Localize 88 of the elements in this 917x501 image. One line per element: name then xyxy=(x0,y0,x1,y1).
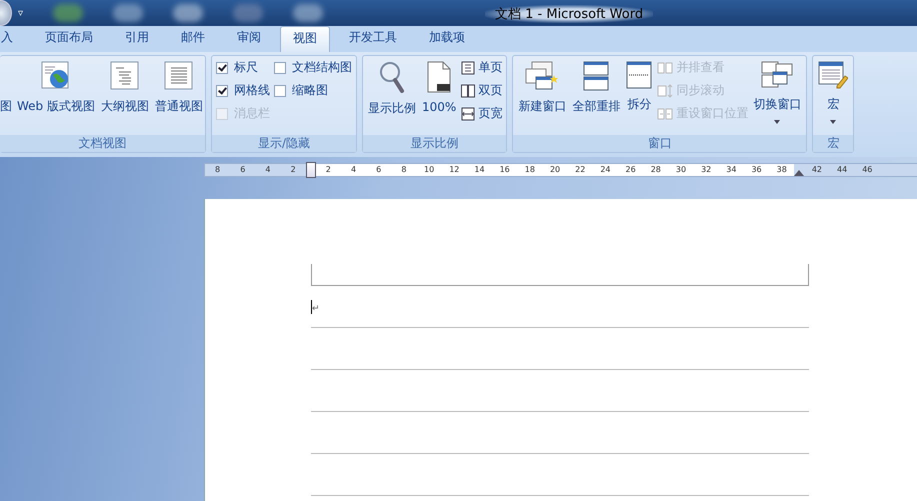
ribbon-button[interactable]: 全部重排 xyxy=(571,58,622,118)
ribbon-tab[interactable]: 邮件 xyxy=(168,25,218,52)
checkbox-label: 文档结构图 xyxy=(292,59,352,76)
ribbon-button[interactable]: 双页 xyxy=(461,81,502,100)
ribbon-button[interactable]: 显示比例 xyxy=(367,58,417,120)
two-pages-icon xyxy=(461,84,476,98)
checkbox-option[interactable]: 标尺 xyxy=(216,58,270,77)
ruler-number: 24 xyxy=(592,164,618,176)
horizontal-ruler[interactable]: 8 6 4 2 2 4 6 8 10 12 14 16 18 20 22 24 26 28 30 32 34 36 38 42 44 46 xyxy=(204,163,917,177)
ribbon-group-label: 显示/隐藏 xyxy=(212,135,356,152)
ruler-number: 12 xyxy=(442,164,467,176)
ribbon-button[interactable]: 单页 xyxy=(461,58,502,77)
ruler-number: 46 xyxy=(861,164,874,176)
ribbon-tab[interactable]: 开发工具 xyxy=(336,25,410,52)
checkbox[interactable] xyxy=(274,62,286,74)
ribbon-group-label: 文档视图 xyxy=(0,135,205,152)
ruler-number: 36 xyxy=(744,164,770,176)
ruler-number: 42 xyxy=(810,164,823,176)
new-window-icon xyxy=(525,61,560,91)
page-icon xyxy=(426,61,452,93)
ribbon-button[interactable]: 新建窗口 xyxy=(517,58,568,118)
page-lines-icon xyxy=(164,61,194,91)
side-by-side-icon xyxy=(657,60,674,74)
ribbon-button[interactable]: 普通视图 xyxy=(154,58,204,118)
checkbox[interactable] xyxy=(274,84,286,96)
checkbox-label: 标尺 xyxy=(234,59,258,76)
ruler-number: 34 xyxy=(718,164,744,176)
ruler-number: 2 xyxy=(290,164,297,176)
ruler-number: 14 xyxy=(466,164,492,176)
checkbox-option[interactable]: 文档结构图 xyxy=(274,58,352,77)
ruler-number: 38 xyxy=(769,164,794,176)
ruler-number: 6 xyxy=(239,164,246,176)
magnifier-icon xyxy=(379,61,405,93)
ribbon-button[interactable]: 页宽 xyxy=(461,104,502,123)
ribbon-tab[interactable]: 引用 xyxy=(112,25,162,52)
ruler-number: 16 xyxy=(492,164,518,176)
checkbox-option[interactable]: 网格线 xyxy=(216,81,270,100)
macro-icon xyxy=(818,61,848,89)
ribbon-tab[interactable]: 页面布局 xyxy=(32,25,106,52)
outline-icon xyxy=(110,61,140,91)
checkbox-label: 缩略图 xyxy=(292,82,328,99)
ribbon-tab[interactable]: 视图 xyxy=(280,26,330,52)
ruler-number: 4 xyxy=(340,164,366,176)
reset-window-icon xyxy=(657,106,674,120)
switch-windows-icon xyxy=(761,61,794,89)
checkbox[interactable] xyxy=(216,62,228,74)
ruler-number: 8 xyxy=(391,164,416,176)
ruler-number: 4 xyxy=(264,164,272,176)
single-page-icon xyxy=(461,60,476,74)
ribbon-group-label: 宏 xyxy=(813,135,854,152)
ribbon-button[interactable]: 拆分 xyxy=(625,58,654,116)
ribbon-group-label: 显示比例 xyxy=(363,135,506,152)
sync-scroll-icon xyxy=(657,84,674,98)
checkbox-label: 网格线 xyxy=(234,82,270,99)
ruler-number: 44 xyxy=(836,164,848,176)
ruler-number: 28 xyxy=(643,164,668,176)
ruler-number: 22 xyxy=(568,164,593,176)
split-window-icon xyxy=(626,61,652,89)
ruler-number: 30 xyxy=(668,164,694,176)
ruler-number: 2 xyxy=(316,164,341,176)
ribbon-button[interactable]: 切换窗口 xyxy=(752,58,802,130)
ruler-number: 18 xyxy=(517,164,542,176)
indent-marker[interactable] xyxy=(306,162,316,178)
ruler-number: 26 xyxy=(618,164,644,176)
paragraph-mark: ↵ xyxy=(312,304,320,314)
quick-access-menu-caret[interactable]: ▿ xyxy=(18,8,24,18)
checkbox[interactable] xyxy=(216,84,228,96)
window-title: 文档 1 - Microsoft Word xyxy=(485,5,654,23)
ribbon-tab[interactable]: 审阅 xyxy=(224,25,274,52)
ruler-number: 10 xyxy=(416,164,442,176)
ruler-number: 6 xyxy=(366,164,392,176)
globe-page-icon xyxy=(40,61,71,91)
arrange-all-icon xyxy=(583,61,610,91)
document-page[interactable]: ↵ xyxy=(204,199,917,501)
ribbon-button[interactable]: 100% xyxy=(421,58,458,117)
ribbon-tab[interactable]: 入 xyxy=(0,25,26,52)
ribbon-tab[interactable]: 加载项 xyxy=(416,25,478,52)
text-cursor xyxy=(311,300,312,314)
ruler-number: 32 xyxy=(694,164,719,176)
ruler-number: 20 xyxy=(542,164,568,176)
ribbon-button[interactable]: 大纲视图 xyxy=(100,58,150,118)
ribbon-group-label: 窗口 xyxy=(513,135,806,152)
ribbon-button[interactable]: Web 版式视图 xyxy=(16,58,96,118)
ribbon-button[interactable]: 宏 xyxy=(817,58,850,130)
page-width-icon xyxy=(461,106,476,120)
view-button[interactable]: 图 xyxy=(0,98,12,115)
checkbox-option[interactable]: 缩略图 xyxy=(274,81,352,100)
ruler-number: 8 xyxy=(214,164,222,176)
